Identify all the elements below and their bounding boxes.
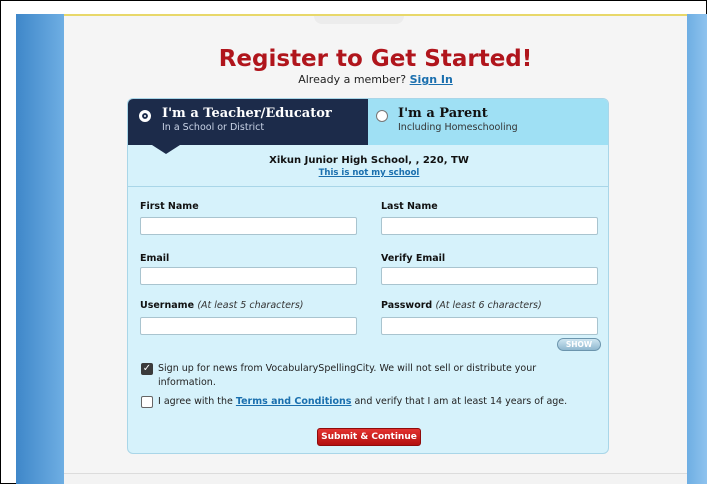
submit-continue-button[interactable]: Submit & Continue [317,428,421,446]
first-name-label: First Name [140,201,199,212]
header-nub [314,16,404,24]
email-input[interactable] [140,267,357,285]
sign-in-prompt: Already a member? Sign In [64,73,687,86]
sign-in-link[interactable]: Sign In [410,73,453,86]
divider [128,186,608,187]
email-label: Email [140,253,170,264]
password-input[interactable] [381,317,598,335]
terms-checkbox[interactable] [141,396,153,408]
terms-text: I agree with the Terms and Conditions an… [158,395,608,409]
last-name-input[interactable] [381,217,598,235]
tab-teacher[interactable]: I'm a Teacher/Educator In a School or Di… [128,99,368,145]
first-name-input[interactable] [140,217,357,235]
member-prompt-text: Already a member? [298,73,407,86]
password-label-text: Password [381,300,433,311]
terms-prefix: I agree with the [158,396,233,407]
tab-teacher-subtitle: In a School or District [162,122,265,133]
page-title: Register to Get Started! [218,46,533,72]
username-hint: (At least 5 characters) [197,300,304,311]
not-my-school-link[interactable]: This is not my school [128,168,608,178]
newsletter-text-content: Sign up for news from VocabularySpelling… [158,363,537,388]
verify-email-label: Verify Email [381,253,446,264]
verify-email-input[interactable] [381,267,598,285]
tab-teacher-title: I'm a Teacher/Educator [162,106,332,121]
username-input[interactable] [140,317,357,335]
registration-form: I'm a Teacher/Educator In a School or Di… [127,98,609,454]
username-label: Username (At least 5 characters) [140,300,304,311]
tab-parent-title: I'm a Parent [398,106,488,121]
terms-link[interactable]: Terms and Conditions [236,396,352,407]
page-background-right [687,14,707,484]
selected-tab-pointer [152,145,180,154]
show-password-button[interactable]: SHOW [557,338,601,351]
teacher-radio[interactable] [139,110,151,122]
password-label: Password (At least 6 characters) [381,300,542,311]
registration-card-body: Register to Get Started! Already a membe… [64,16,687,474]
tab-parent[interactable]: I'm a Parent Including Homeschooling [368,99,608,145]
newsletter-checkbox[interactable]: ✓ [141,363,153,375]
school-name: Xikun Junior High School, , 220, TW [269,155,469,166]
last-name-label: Last Name [381,201,438,212]
username-label-text: Username [140,300,195,311]
terms-suffix: and verify that I am at least 14 years o… [354,396,568,407]
newsletter-text: Sign up for news from VocabularySpelling… [158,362,588,390]
registration-card: Register to Get Started! Already a membe… [64,14,687,484]
page-background-left [16,14,64,484]
parent-radio[interactable] [376,110,388,122]
tab-parent-subtitle: Including Homeschooling [398,122,518,133]
password-hint: (At least 6 characters) [435,300,542,311]
